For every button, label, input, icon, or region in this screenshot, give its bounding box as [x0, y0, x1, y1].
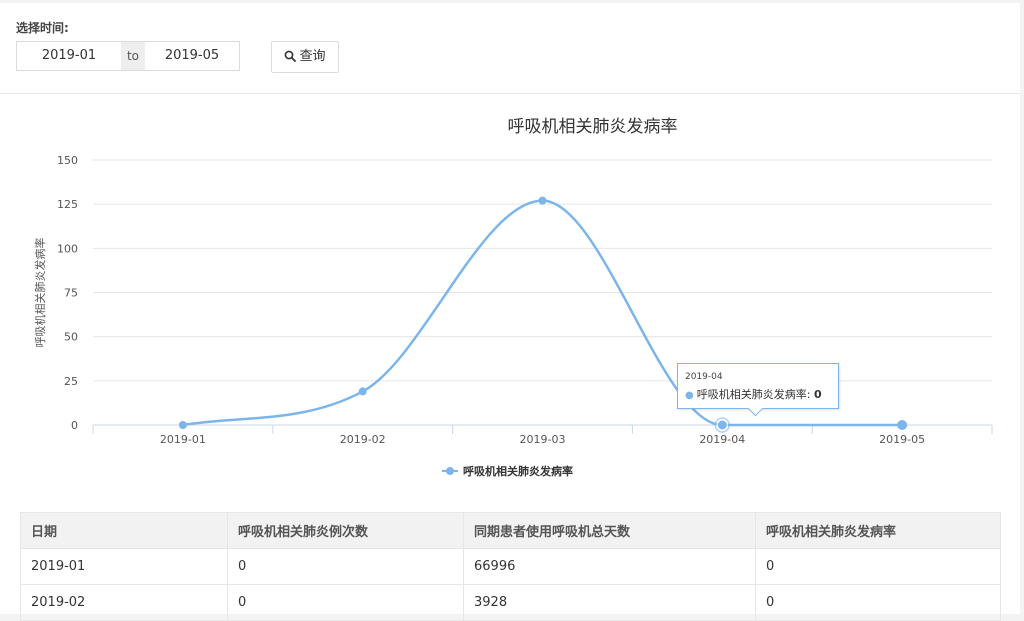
- x-tick-label: 2019-01: [160, 433, 206, 446]
- line-chart: 呼吸机相关肺炎发病率 0 25 50 75 100 125 150 2019-01 2019-02…: [33, 117, 993, 478]
- data-point: [897, 420, 908, 430]
- table-cell: 2019-01: [20, 548, 228, 585]
- chart-tooltip: 2019-04 ● 呼吸机相关肺炎发病率: 0: [677, 363, 839, 409]
- tooltip-dot: ●: [685, 390, 694, 401]
- y-tick-label: 150: [57, 154, 78, 167]
- data-point: [358, 387, 367, 396]
- chart-title: 呼吸机相关肺炎发病率: [508, 117, 678, 137]
- tooltip-row: ● 呼吸机相关肺炎发病率: 0: [685, 388, 822, 401]
- table-header-cell: 呼吸机相关肺炎发病率: [755, 512, 1001, 549]
- table-header-cell: 同期患者使用呼吸机总天数: [463, 512, 756, 549]
- y-tick-label: 125: [57, 198, 78, 211]
- table-cell: 0: [227, 584, 464, 621]
- table-cell: 2019-02: [20, 584, 228, 621]
- x-tick-label: 2019-05: [879, 433, 925, 446]
- y-tick-label: 25: [64, 375, 78, 388]
- y-axis-title: 呼吸机相关肺炎发病率: [33, 238, 47, 348]
- table-row: 2019-01 0 66996 0: [20, 548, 1001, 585]
- table-body: 2019-01 0 66996 0 2019-02 0 3928 0: [20, 548, 1001, 621]
- data-point: [716, 419, 728, 431]
- data-table: 日期 呼吸机相关肺炎例次数 同期患者使用呼吸机总天数 呼吸机相关肺炎发病率 2019-…: [20, 512, 1001, 621]
- x-tick-label: 2019-03: [520, 433, 566, 446]
- y-tick-label: 75: [64, 287, 78, 300]
- table-cell: 0: [755, 584, 1001, 621]
- y-tick-label: 0: [71, 419, 78, 432]
- tooltip-value: 0: [813, 388, 822, 401]
- legend-label: 呼吸机相关肺炎发病率: [463, 464, 573, 478]
- table-row: 2019-02 0 3928 0: [20, 584, 1001, 621]
- table-cell: 3928: [463, 584, 756, 621]
- y-tick-label: 100: [57, 242, 78, 255]
- legend-marker: [446, 467, 454, 475]
- table-cell: 66996: [463, 548, 756, 585]
- data-point: [178, 421, 187, 429]
- data-point: [538, 196, 547, 205]
- x-tick-label: 2019-04: [699, 433, 745, 446]
- table-cell: 0: [755, 548, 1001, 585]
- y-tick-label: 50: [64, 331, 78, 344]
- tooltip-x-label: 2019-04: [685, 372, 723, 382]
- table-header-cell: 呼吸机相关肺炎例次数: [227, 512, 464, 549]
- table-cell: 0: [227, 548, 464, 585]
- table-header-cell: 日期: [20, 512, 228, 549]
- table-header-row: 日期 呼吸机相关肺炎例次数 同期患者使用呼吸机总天数 呼吸机相关肺炎发病率: [20, 512, 1001, 549]
- x-tick-label: 2019-02: [340, 433, 386, 446]
- tooltip-series-name: 呼吸机相关肺炎发病率: [696, 388, 807, 401]
